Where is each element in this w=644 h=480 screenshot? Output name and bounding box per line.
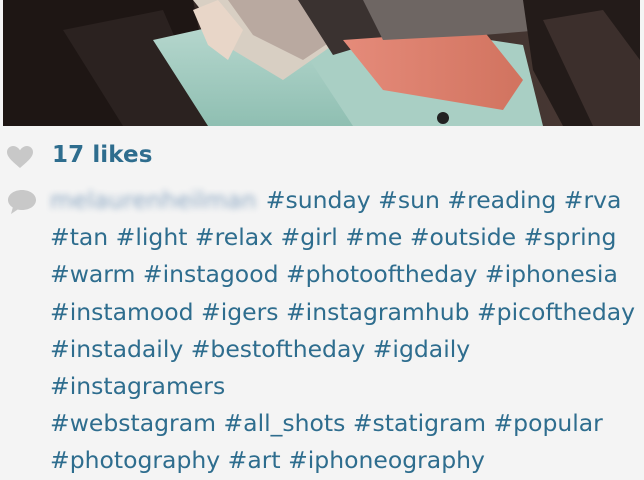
post-photo-image bbox=[3, 0, 640, 126]
caption-line[interactable]: #tan #light #relax #girl #me #outside #s… bbox=[50, 223, 616, 251]
caption-line[interactable]: #instamood #igers #instagramhub #picofth… bbox=[50, 298, 635, 326]
caption-line[interactable]: #photography #art #iphoneography bbox=[50, 446, 485, 474]
caption-line[interactable]: #sunday #sun #reading #rva bbox=[266, 186, 622, 214]
likes-count[interactable]: 17 likes bbox=[52, 140, 153, 170]
heart-icon[interactable] bbox=[6, 145, 34, 169]
caption-line[interactable]: #instadaily #bestoftheday #igdaily #inst… bbox=[50, 335, 478, 400]
speech-bubble-icon[interactable] bbox=[6, 188, 38, 216]
likes-row[interactable]: 17 likes bbox=[0, 138, 644, 174]
caption-row: melaurenheilman #sunday #sun #reading #r… bbox=[0, 182, 644, 474]
caption-line[interactable]: #webstagram #all_shots #statigram #popul… bbox=[50, 409, 603, 437]
caption-text: melaurenheilman #sunday #sun #reading #r… bbox=[50, 182, 644, 480]
post-photo[interactable] bbox=[3, 0, 640, 126]
caption-username[interactable]: melaurenheilman bbox=[50, 182, 256, 219]
caption-line[interactable]: #warm #instagood #photooftheday #iphones… bbox=[50, 260, 618, 288]
